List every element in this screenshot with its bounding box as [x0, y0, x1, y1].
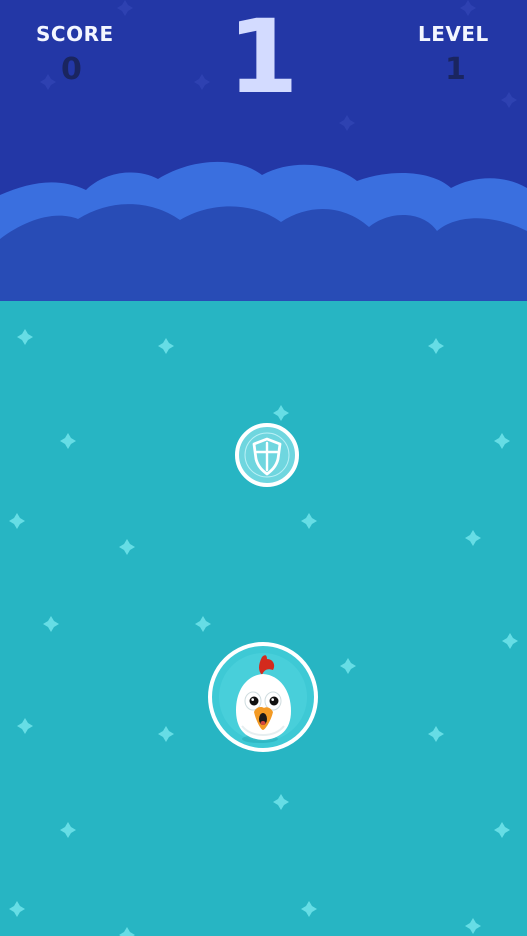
countdown-timer: 1: [227, 0, 299, 117]
shield-icon: [235, 423, 299, 487]
game-screen: SCORE 0 1 LEVEL 1: [0, 0, 527, 936]
play-field[interactable]: [0, 301, 527, 936]
field-sparkles: [9, 329, 518, 936]
chicken-icon: [208, 642, 318, 752]
field-background: [9, 329, 518, 936]
score-value: 0: [61, 52, 82, 87]
level-label: LEVEL: [418, 22, 489, 46]
shield-powerup[interactable]: [234, 422, 300, 488]
level-value: 1: [445, 52, 466, 87]
score-label: SCORE: [36, 22, 114, 46]
player-chicken[interactable]: [207, 641, 319, 753]
